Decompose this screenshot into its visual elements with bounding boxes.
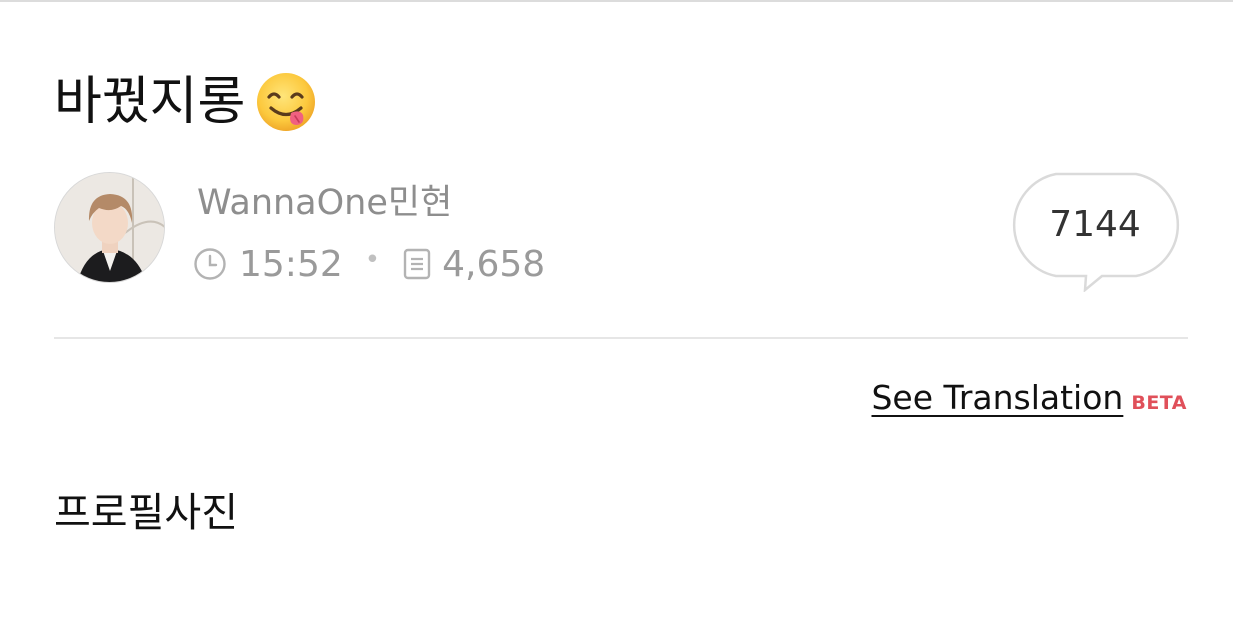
post-meta: 15:52 • 4,658 (193, 240, 545, 288)
comment-count: 7144 (1049, 204, 1141, 245)
post-body: 프로필사진 (54, 490, 238, 536)
divider (54, 337, 1188, 339)
beta-badge: BETA (1131, 392, 1187, 414)
post-title: 바꿨지롱 (54, 66, 317, 138)
document-icon (402, 247, 432, 281)
translation-row: See Translation BETA (871, 378, 1187, 417)
see-translation-link[interactable]: See Translation (871, 378, 1123, 417)
post-time: 15:52 (239, 243, 343, 285)
author-name[interactable]: WannaOne민현 (197, 180, 452, 226)
meta-separator: • (364, 245, 381, 275)
post-views: 4,658 (442, 243, 546, 285)
author-avatar[interactable] (54, 172, 165, 283)
comment-count-button[interactable]: 7144 (1002, 172, 1190, 293)
top-border (0, 0, 1233, 2)
face-savoring-food-emoji-icon (255, 71, 317, 133)
clock-icon (193, 247, 227, 281)
post-title-text: 바꿨지롱 (54, 72, 246, 132)
